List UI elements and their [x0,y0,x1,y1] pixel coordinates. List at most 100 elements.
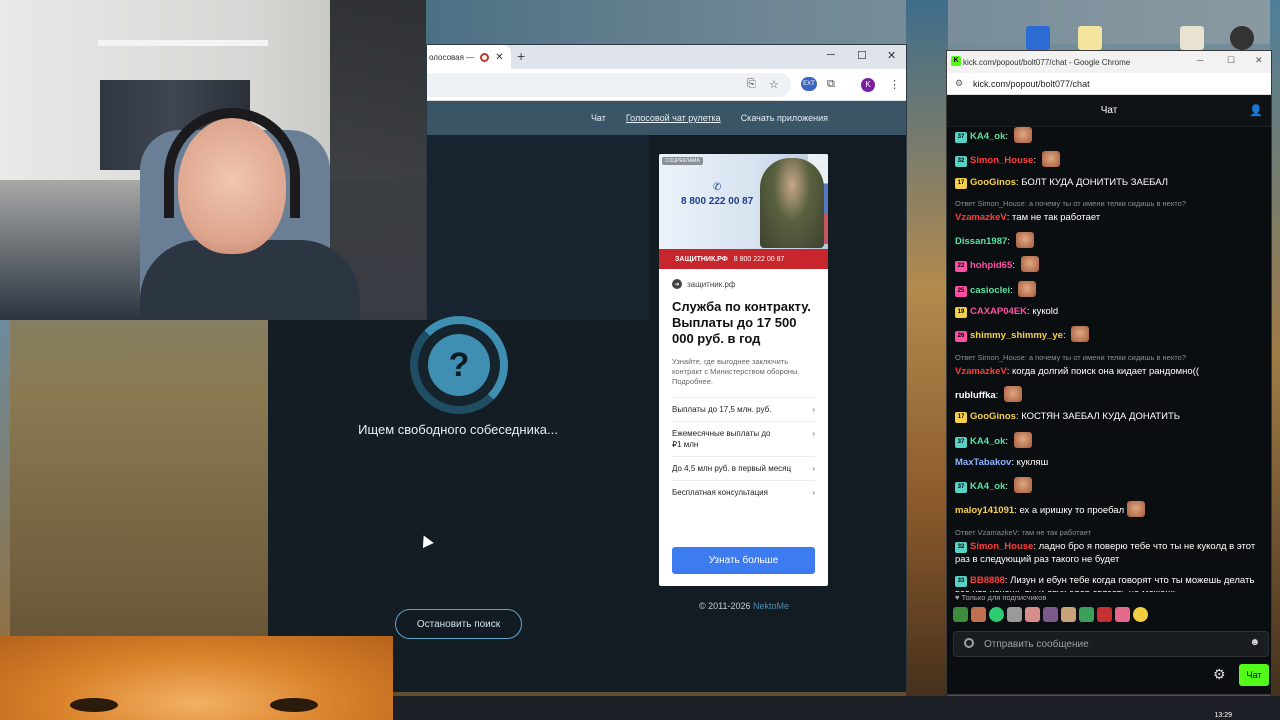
reply-reference[interactable]: Ответ Simon_House: а почему ты от имени … [955,351,1271,364]
webcam-shelf [98,40,268,46]
chat-username[interactable]: BB8888 [970,575,1005,586]
desktop-icon-4[interactable] [1230,26,1254,50]
chat-separator: : [995,389,1001,401]
close-window-icon[interactable]: ✕ [1255,55,1263,66]
chat-username[interactable]: maloy141091 [955,505,1014,516]
ad-link-item[interactable]: До 4,5 млн руб. в первый месяц › [672,456,815,480]
emote-icon[interactable] [1133,607,1148,622]
extension-icon[interactable]: EXT [801,77,817,91]
chat-username[interactable]: GooGinos [970,177,1016,188]
emote-icon [1013,431,1032,448]
desktop-icon-1[interactable] [1026,26,1050,50]
close-window-icon[interactable]: ✕ [887,49,896,62]
learn-more-button[interactable]: Узнать больше [672,547,815,574]
copyright: © 2011-2026 NektoMe [649,601,839,611]
emote-icon [1020,256,1039,273]
chat-username[interactable]: CAXAP04EK [970,306,1027,317]
emote-icon[interactable] [1079,607,1094,622]
emote-icon [1127,501,1146,518]
nav-download-apps[interactable]: Скачать приложения [741,113,828,123]
nav-voice-roulette[interactable]: Голосовой чат рулетка [626,113,721,123]
chat-separator: : [1010,284,1016,296]
chat-username[interactable]: GooGinos [970,411,1016,422]
menu-dots-icon[interactable]: ⋮ [889,78,900,91]
minimize-icon[interactable]: ─ [1197,55,1203,65]
maximize-icon[interactable]: ☐ [1227,55,1235,66]
emote-icon[interactable] [971,607,986,622]
ad-title: Служба по контракту. Выплаты до 17 500 0… [672,299,811,346]
chat-message-input[interactable]: Отправить сообщение ☻ [953,631,1269,657]
chat-username[interactable]: VzamazkeV [955,366,1007,377]
send-chat-button[interactable]: Чат [1239,664,1269,686]
address-bar[interactable] [427,73,791,97]
chat-header-title: Чат [1100,105,1118,116]
ad-link-item[interactable]: Ежемесячные выплаты до ₽1 млн › [672,421,815,456]
recording-icon [480,52,490,62]
ad-strip: ЗАЩИТНИК.РФ 8 800 222 00 87 [659,249,828,269]
chat-message: 26 shimmy_shimmy_ye: [955,326,1271,343]
emote-icon[interactable] [1115,607,1130,622]
bookmark-star-icon[interactable]: ☆ [769,78,779,91]
emote-icon[interactable] [1097,607,1112,622]
chat-address-bar[interactable]: ⚙ kick.com/popout/bolt077/chat [947,73,1271,95]
chat-username[interactable]: Dissan1987 [955,236,1007,247]
cat-eye-right [270,698,318,712]
desktop-wallpaper [906,0,948,720]
desktop-icon-3[interactable] [1180,26,1204,50]
users-icon[interactable]: 👤 [1249,104,1263,117]
chevron-right-icon: › [812,464,815,473]
chat-username[interactable]: hohpid65 [970,260,1012,271]
chat-text: БОЛТ КУДА ДОНИТИТЬ ЗАЕБАЛ [1021,176,1168,188]
nav-chat[interactable]: Чат [591,113,606,123]
chat-username[interactable]: Simon_House [970,541,1033,552]
site-info-icon[interactable]: ⚙ [955,78,963,89]
chat-username[interactable]: KA4_ok [970,481,1005,492]
chat-text: когда долгий поиск она кидает рандомно(( [1012,365,1199,377]
chat-username[interactable]: KA4_ok [970,436,1005,447]
brand-link[interactable]: NektoMe [753,601,789,611]
stop-search-button[interactable]: Остановить поиск [395,609,522,639]
maximize-icon[interactable]: ☐ [857,49,867,62]
emote-icon[interactable] [1061,607,1076,622]
chat-username[interactable]: MaxTabakov [955,457,1011,468]
profile-avatar[interactable]: K [861,78,875,92]
cat-overlay [0,636,393,720]
emote-bar [953,607,1148,625]
extensions-puzzle-icon[interactable]: ⧉ [827,78,835,91]
emote-icon[interactable] [1007,607,1022,622]
close-tab-icon[interactable]: ✕ [495,52,503,63]
emote-icon[interactable] [953,607,968,622]
copyright-text: © 2011-2026 [698,601,751,611]
chat-username[interactable]: Simon_House [970,155,1033,166]
chat-username[interactable]: casioclei [970,285,1010,296]
emote-icon[interactable] [1025,607,1040,622]
record-icon [964,638,974,648]
ad-domain[interactable]: ➜ защитник.рф [672,279,815,289]
reply-reference[interactable]: Ответ Simon_House: а почему ты от имени … [955,197,1271,210]
reply-reference[interactable]: Ответ VzamazkeV: там не так работает [955,526,1271,539]
ad-link-item[interactable]: Бесплатная консультация › [672,480,815,504]
ad-link-item[interactable]: Выплаты до 17,5 млн. руб. › [672,397,815,421]
chat-titlebar: K kick.com/popout/bolt077/chat - Google … [947,51,1271,73]
gear-icon[interactable]: ⚙ [1213,666,1226,683]
subscriber-badge-icon: 37 [955,482,967,494]
chevron-right-icon: › [812,429,815,438]
ad-link-label: Бесплатная консультация [672,488,768,497]
ad-card[interactable]: СОЦРЕКЛАМА ✆ 8 800 222 00 87 ⋯ ЗАЩИТНИК.… [659,154,828,586]
new-tab-icon[interactable]: + [517,48,525,64]
minimize-icon[interactable]: ─ [827,49,835,61]
ad-menu-icon[interactable]: ⋯ [815,156,824,167]
emote-icon[interactable] [1043,607,1058,622]
install-icon[interactable]: ⎘ [747,78,756,91]
chat-username[interactable]: shimmy_shimmy_ye [970,330,1063,341]
chat-username[interactable]: VzamazkeV [955,212,1007,223]
emoji-picker-icon[interactable]: ☻ [1249,637,1260,648]
ad-content: ➜ защитник.рф Служба по контракту. Выпла… [659,269,828,514]
desktop-icon-2[interactable] [1078,26,1102,50]
webcam-person-shirt [140,240,360,320]
emote-icon [1015,232,1034,249]
tab-nekto[interactable]: олосовая — ✕ [427,45,511,69]
chat-username[interactable]: KA4_ok [970,131,1005,142]
emote-icon[interactable] [989,607,1004,622]
chat-username[interactable]: rubluffka [955,390,996,401]
